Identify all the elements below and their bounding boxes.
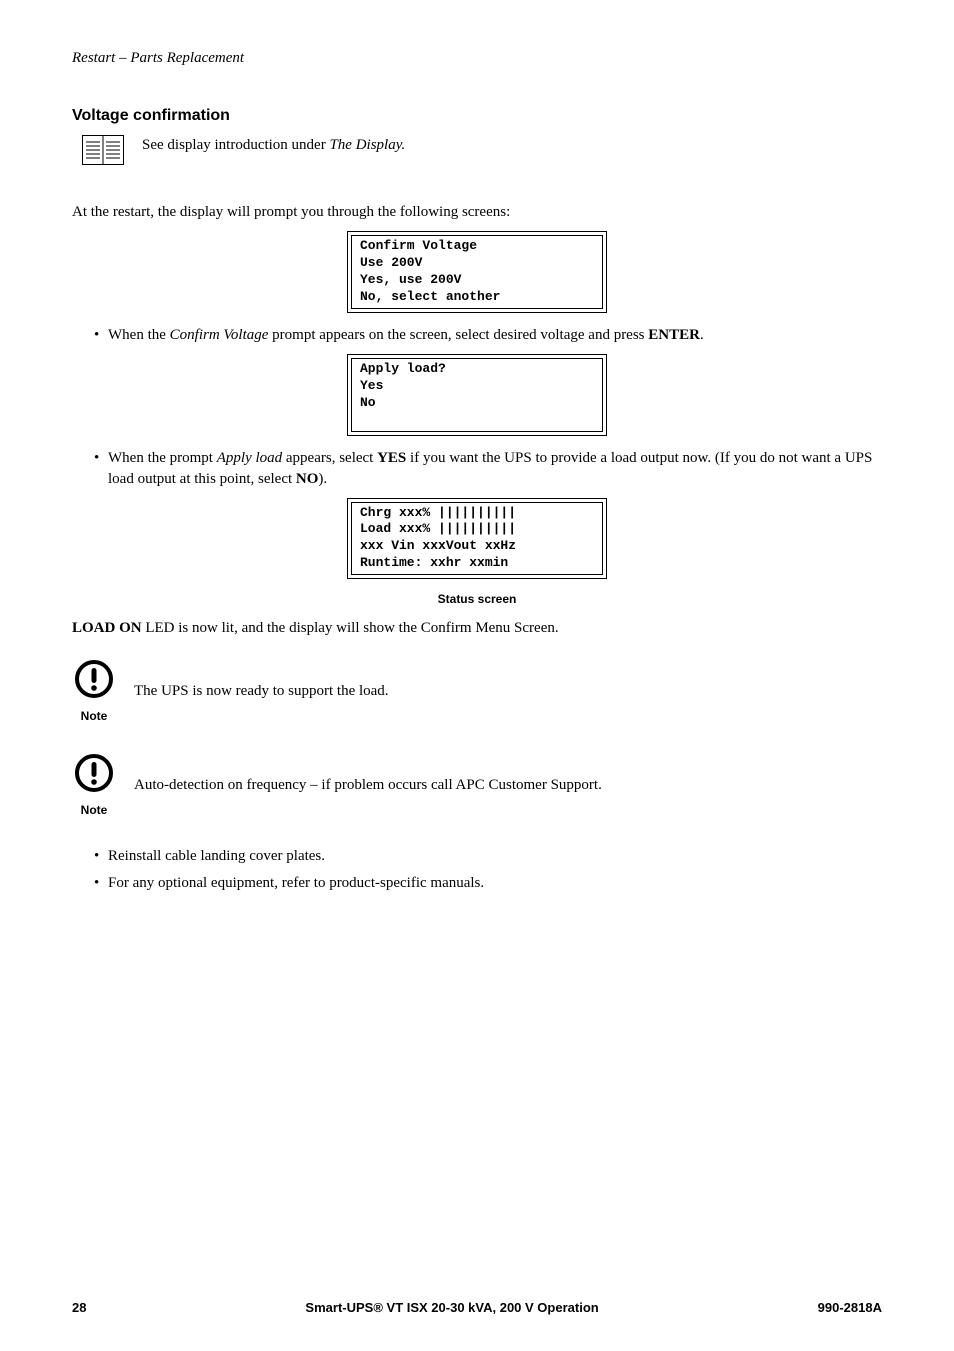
b1-bold: ENTER xyxy=(648,327,700,343)
lcd3-l3: xxx Vin xxxVout xxHz xyxy=(360,538,516,553)
footer-right: 990-2818A xyxy=(818,1299,882,1317)
lcd-status: Chrg xxx% |||||||||| Load xxx% |||||||||… xyxy=(347,498,607,580)
b1-mid: prompt appears on the screen, select des… xyxy=(268,327,648,343)
b2-bold2: NO xyxy=(296,471,319,487)
b1-italic: Confirm Voltage xyxy=(170,327,269,343)
note-block-2: Note Auto-detection on frequency – if pr… xyxy=(72,753,882,819)
bullet-apply-load: When the prompt Apply load appears, sele… xyxy=(94,448,882,490)
b2-mid1: appears, select xyxy=(282,450,377,466)
b2-bold1: YES xyxy=(377,450,406,466)
lcd2-l1: Apply load? xyxy=(360,361,446,376)
bullet-list-3: Reinstall cable landing cover plates. Fo… xyxy=(72,846,882,894)
lcd2-l3: No xyxy=(360,395,376,410)
lcd1-l4: No, select another xyxy=(360,289,500,304)
lcd3-l4: Runtime: xxhr xxmin xyxy=(360,555,508,570)
lcd-confirm-voltage: Confirm Voltage Use 200V Yes, use 200V N… xyxy=(347,231,607,313)
lcd-apply-load: Apply load? Yes No xyxy=(347,354,607,436)
note1-text: The UPS is now ready to support the load… xyxy=(134,681,389,702)
note-label: Note xyxy=(81,802,108,819)
note-icon-wrap: Note xyxy=(72,753,116,819)
page-footer: 28 Smart-UPS® VT ISX 20-30 kVA, 200 V Op… xyxy=(72,1299,882,1317)
lcd2-l2: Yes xyxy=(360,378,383,393)
footer-page: 28 xyxy=(72,1299,86,1317)
note2-text: Auto-detection on frequency – if problem… xyxy=(134,775,602,796)
lcd3-l2: Load xxx% |||||||||| xyxy=(360,521,516,536)
intro-prefix: See display introduction under xyxy=(142,137,329,153)
lcd-inner: Confirm Voltage Use 200V Yes, use 200V N… xyxy=(351,235,603,309)
b1-prefix: When the xyxy=(108,327,170,343)
lcd2-l4 xyxy=(360,412,368,427)
bullet-list-1: When the Confirm Voltage prompt appears … xyxy=(72,325,882,346)
b2-suffix: ). xyxy=(318,471,327,487)
lcd1-l2: Use 200V xyxy=(360,255,422,270)
load-on-bold: LOAD ON xyxy=(72,620,142,636)
note-block-1: Note The UPS is now ready to support the… xyxy=(72,659,882,725)
alert-icon xyxy=(74,753,114,800)
b2-italic: Apply load xyxy=(217,450,282,466)
intro-text: See display introduction under The Displ… xyxy=(142,135,405,156)
restart-prompt: At the restart, the display will prompt … xyxy=(72,202,882,223)
status-caption: Status screen xyxy=(72,591,882,608)
load-on-line: LOAD ON LED is now lit, and the display … xyxy=(72,618,882,639)
book-icon xyxy=(82,135,124,172)
note-icon-wrap: Note xyxy=(72,659,116,725)
intro-row: See display introduction under The Displ… xyxy=(82,135,882,172)
lcd-inner: Apply load? Yes No xyxy=(351,358,603,432)
running-header: Restart – Parts Replacement xyxy=(72,48,882,69)
intro-italic: The Display. xyxy=(329,137,405,153)
alert-icon xyxy=(74,659,114,706)
b1-suffix: . xyxy=(700,327,704,343)
bullet-reinstall: Reinstall cable landing cover plates. xyxy=(94,846,882,867)
bullet-list-2: When the prompt Apply load appears, sele… xyxy=(72,448,882,490)
note-label: Note xyxy=(81,708,108,725)
bullet-optional: For any optional equipment, refer to pro… xyxy=(94,873,882,894)
lcd1-l1: Confirm Voltage xyxy=(360,238,477,253)
bullet-confirm-voltage: When the Confirm Voltage prompt appears … xyxy=(94,325,882,346)
section-heading: Voltage confirmation xyxy=(72,105,882,127)
lcd3-l1: Chrg xxx% |||||||||| xyxy=(360,505,516,520)
load-on-rest: LED is now lit, and the display will sho… xyxy=(142,620,559,636)
lcd-inner: Chrg xxx% |||||||||| Load xxx% |||||||||… xyxy=(351,502,603,576)
b2-prefix: When the prompt xyxy=(108,450,217,466)
footer-center: Smart-UPS® VT ISX 20-30 kVA, 200 V Opera… xyxy=(305,1299,598,1317)
lcd1-l3: Yes, use 200V xyxy=(360,272,461,287)
